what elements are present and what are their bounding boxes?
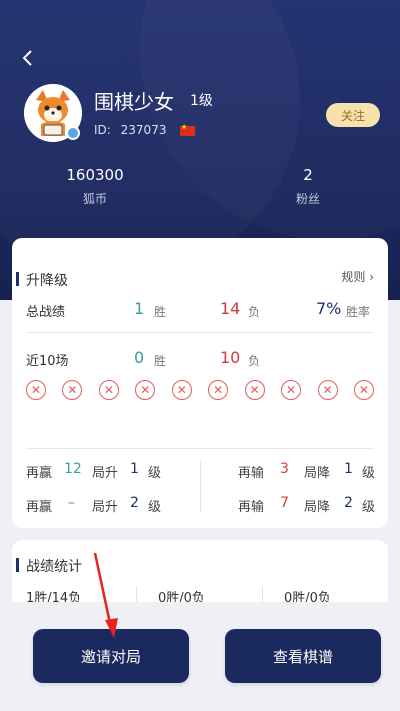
record-title: 战绩统计 xyxy=(16,556,82,576)
level-unit: 级 xyxy=(148,466,162,481)
coins-value: 160300 xyxy=(66,166,124,184)
recent-win-unit: 胜 xyxy=(154,354,167,368)
loss-icon: ✕ xyxy=(208,380,229,400)
level-unit: 级 xyxy=(148,500,162,515)
rules-label: 规则 xyxy=(341,270,366,284)
rank-card: 升降级 规则 › 总战绩 1 胜 14 负 7% 胜率 近10场 0 胜 10 … xyxy=(12,238,388,528)
demote-losses-needed: 7 xyxy=(280,495,289,511)
fans-value: 2 xyxy=(303,166,313,184)
username: 围棋少女 xyxy=(94,90,174,114)
rank-title: 升降级 xyxy=(16,270,68,290)
promote-level: 1 xyxy=(130,461,139,477)
loss-icon: ✕ xyxy=(98,380,119,400)
chevron-right-icon: › xyxy=(369,270,374,284)
total-wins: 1 xyxy=(134,299,145,318)
recent-loss-unit: 负 xyxy=(248,354,261,368)
action-bar: 邀请对局 查看棋谱 xyxy=(0,602,400,711)
fans-label: 粉丝 xyxy=(295,192,320,206)
stat-coins: 160300 狐币 xyxy=(60,166,130,207)
promote-label: 局升 xyxy=(92,466,119,481)
user-id-label: ID: xyxy=(94,123,111,137)
china-flag-icon xyxy=(180,123,195,136)
divider xyxy=(200,460,201,512)
win-again-label: 再赢 xyxy=(26,466,53,481)
level-unit: 级 xyxy=(362,466,376,481)
demote-level: 1 xyxy=(344,461,353,477)
win-rate-label: 胜率 xyxy=(346,305,371,319)
user-level: 1级 xyxy=(190,93,213,109)
loss-icon: ✕ xyxy=(171,380,192,400)
recent-wins: 0 xyxy=(134,348,145,367)
promo-wins-needed: 12 xyxy=(64,461,82,477)
gender-icon xyxy=(66,126,80,140)
divider xyxy=(26,448,374,449)
back-button[interactable] xyxy=(16,46,40,70)
total-loss-unit: 负 xyxy=(248,305,261,319)
coins-label: 狐币 xyxy=(82,192,107,206)
lose-again-label: 再输 xyxy=(238,500,265,515)
promo-wins-needed: – xyxy=(68,495,75,511)
divider xyxy=(26,332,374,333)
lose-again-label: 再输 xyxy=(238,466,265,481)
loss-icon: ✕ xyxy=(135,380,156,400)
user-id: ID: 237073 xyxy=(94,123,166,137)
stat-fans[interactable]: 2 粉丝 xyxy=(280,166,336,207)
demote-label: 局降 xyxy=(304,466,331,481)
follow-button[interactable]: 关注 xyxy=(326,103,380,127)
user-id-value: 237073 xyxy=(120,123,167,137)
demote-label: 局降 xyxy=(304,500,331,515)
total-win-unit: 胜 xyxy=(154,305,167,319)
total-record-label: 总战绩 xyxy=(26,305,66,320)
view-game-records-button[interactable]: 查看棋谱 xyxy=(225,629,381,683)
recent-results: ✕ ✕ ✕ ✕ ✕ ✕ ✕ ✕ ✕ ✕ xyxy=(26,380,374,400)
loss-icon: ✕ xyxy=(26,380,46,400)
promote-level: 2 xyxy=(130,495,139,511)
loss-icon: ✕ xyxy=(317,380,338,400)
recent-10-label: 近10场 xyxy=(26,354,69,369)
promote-label: 局升 xyxy=(92,500,119,515)
loss-icon: ✕ xyxy=(281,380,302,400)
win-rate: 7% xyxy=(316,299,342,318)
loss-icon: ✕ xyxy=(62,380,83,400)
demote-level: 2 xyxy=(344,495,353,511)
demote-losses-needed: 3 xyxy=(280,461,289,477)
win-again-label: 再赢 xyxy=(26,500,53,515)
total-losses: 14 xyxy=(220,299,241,318)
promotion-grid: 再赢 12 局升 1 级 再输 3 局降 1 级 再赢 – 局升 2 级 再输 … xyxy=(26,460,376,520)
invite-game-button[interactable]: 邀请对局 xyxy=(33,629,189,683)
chevron-left-icon xyxy=(22,50,32,66)
recent-losses: 10 xyxy=(220,348,241,367)
level-unit: 级 xyxy=(362,500,376,515)
rules-link[interactable]: 规则 › xyxy=(341,268,374,285)
loss-icon: ✕ xyxy=(244,380,265,400)
loss-icon: ✕ xyxy=(353,380,374,400)
